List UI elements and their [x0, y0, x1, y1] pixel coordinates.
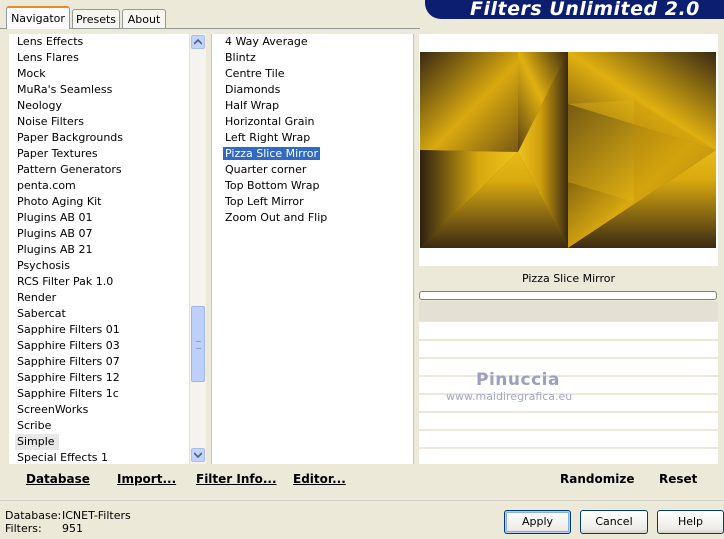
filter-item-label: 4 Way Average	[225, 35, 308, 48]
app-title: Filters Unlimited 2.0	[470, 0, 700, 20]
parameter-slot	[419, 411, 718, 413]
parameter-slot	[419, 339, 718, 341]
category-item[interactable]: Render	[9, 290, 189, 306]
parameter-slot	[419, 375, 718, 377]
filter-item[interactable]: Quarter corner	[212, 162, 413, 178]
editor-button[interactable]: Editor...	[293, 472, 346, 486]
category-item[interactable]: Noise Filters	[9, 114, 189, 130]
filters-count-label: Filters:	[5, 522, 42, 535]
parameter-slot	[419, 429, 718, 431]
apply-button[interactable]: Apply	[504, 510, 571, 534]
filter-item-label: Pizza Slice Mirror	[223, 147, 321, 160]
watermark-name: Pinuccia	[476, 370, 560, 390]
filter-item-label: Zoom Out and Flip	[225, 211, 328, 224]
category-item[interactable]: Sapphire Filters 1c	[9, 386, 189, 402]
grip-icon	[196, 341, 201, 349]
import-button[interactable]: Import...	[117, 472, 176, 486]
filter-preview-image	[420, 52, 716, 248]
category-item[interactable]: Mock	[9, 66, 189, 82]
filter-item-label: Blintz	[225, 51, 256, 64]
filter-item-label: Top Left Mirror	[225, 195, 304, 208]
filter-items: 4 Way Average Blintz Centre Tile Diamonds Ha…	[212, 34, 413, 226]
filter-item-label: Left Right Wrap	[225, 131, 311, 144]
category-item[interactable]: RCS Filter Pak 1.0	[9, 274, 189, 290]
category-item[interactable]: Plugins AB 07	[9, 226, 189, 242]
category-item[interactable]: Special Effects 1	[9, 450, 189, 464]
parameter-slot	[419, 357, 718, 359]
database-value: ICNET-Filters	[62, 509, 131, 522]
category-item[interactable]: Neology	[9, 98, 189, 114]
chevron-down-icon[interactable]	[191, 448, 205, 462]
category-item[interactable]: Sapphire Filters 07	[9, 354, 189, 370]
filters-count-value: 951	[62, 522, 83, 535]
category-list[interactable]: Lens Effects Lens Flares Mock MuRa's Seamle…	[9, 34, 189, 464]
randomize-button[interactable]: Randomize	[560, 472, 634, 486]
parameter-slot	[419, 447, 718, 449]
filter-item-label: Diamonds	[225, 83, 281, 96]
category-item[interactable]: Simple	[15, 434, 59, 450]
category-scrollbar[interactable]	[189, 34, 206, 464]
category-item[interactable]: Plugins AB 21	[9, 242, 189, 258]
filter-item[interactable]: Horizontal Grain	[212, 114, 413, 130]
filter-item[interactable]: 4 Way Average	[212, 34, 413, 50]
current-filter-name: Pizza Slice Mirror	[419, 268, 718, 290]
filter-item[interactable]: Left Right Wrap	[212, 130, 413, 146]
filter-item-label: Quarter corner	[225, 163, 307, 176]
scrollbar-thumb[interactable]	[191, 306, 205, 382]
watermark-site: www.maidiregrafica.eu	[446, 390, 573, 403]
filter-list[interactable]: 4 Way Average Blintz Centre Tile Diamonds Ha…	[211, 34, 414, 464]
category-item[interactable]: Plugins AB 01	[9, 210, 189, 226]
filter-item-label: Centre Tile	[225, 67, 285, 80]
progress-bar	[419, 291, 717, 300]
filter-item[interactable]: Diamonds	[212, 82, 413, 98]
filter-info-button[interactable]: Filter Info...	[196, 472, 277, 486]
filter-item-label: Top Bottom Wrap	[225, 179, 320, 192]
cancel-button[interactable]: Cancel	[580, 510, 648, 534]
category-item[interactable]: Lens Effects	[9, 34, 189, 50]
filter-item[interactable]: Half Wrap	[212, 98, 413, 114]
filter-item[interactable]: Blintz	[212, 50, 413, 66]
category-item[interactable]: Psychosis	[9, 258, 189, 274]
status-divider	[0, 500, 724, 501]
help-button[interactable]: Help	[657, 510, 724, 534]
filter-item[interactable]: Top Bottom Wrap	[212, 178, 413, 194]
chevron-up-icon[interactable]	[191, 35, 205, 49]
database-label: Database:	[5, 509, 62, 522]
filter-item[interactable]: Centre Tile	[212, 66, 413, 82]
category-item[interactable]: Paper Textures	[9, 146, 189, 162]
category-item[interactable]: Pattern Generators	[9, 162, 189, 178]
category-item[interactable]: Scribe	[9, 418, 189, 434]
filter-item[interactable]: Zoom Out and Flip	[212, 210, 413, 226]
category-item[interactable]: penta.com	[9, 178, 189, 194]
tab-navigator[interactable]: Navigator	[6, 6, 70, 29]
category-item[interactable]: ScreenWorks	[9, 402, 189, 418]
filter-item[interactable]: Top Left Mirror	[212, 194, 413, 210]
category-item[interactable]: Photo Aging Kit	[9, 194, 189, 210]
reset-button[interactable]: Reset	[659, 472, 697, 486]
database-button[interactable]: Database	[26, 472, 90, 486]
category-item[interactable]: Sapphire Filters 03	[9, 338, 189, 354]
category-item[interactable]: Lens Flares	[9, 50, 189, 66]
filter-item[interactable]: Pizza Slice Mirror	[212, 146, 413, 162]
category-item[interactable]: Sapphire Filters 01	[9, 322, 189, 338]
category-item[interactable]: Sapphire Filters 12	[9, 370, 189, 386]
parameter-header	[419, 301, 718, 321]
list-buttons-row: Database Import... Filter Info... Editor…	[9, 468, 414, 490]
preview-buttons-row: Randomize Reset	[419, 468, 718, 490]
filter-item-label: Half Wrap	[225, 99, 280, 112]
tab-about[interactable]: About	[122, 9, 166, 28]
filter-item-label: Horizontal Grain	[225, 115, 315, 128]
category-item[interactable]: MuRa's Seamless	[9, 82, 189, 98]
category-items: Lens Effects Lens Flares Mock MuRa's Seamle…	[9, 34, 189, 464]
tab-presets[interactable]: Presets	[72, 9, 120, 28]
category-item[interactable]: Sabercat	[9, 306, 189, 322]
preview-panel	[419, 34, 718, 266]
category-item[interactable]: Paper Backgrounds	[9, 130, 189, 146]
